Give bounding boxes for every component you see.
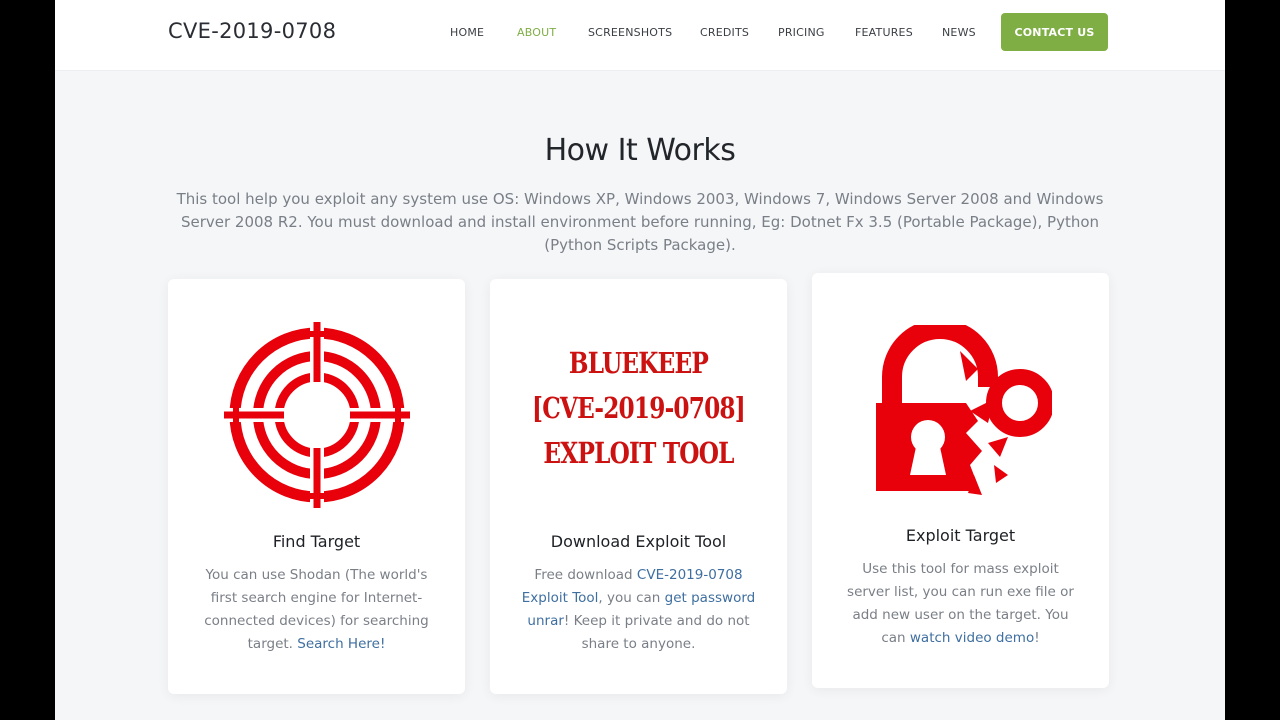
brand-logo-text[interactable]: CVE-2019-0708	[168, 19, 336, 43]
nav-home[interactable]: HOME	[450, 26, 484, 39]
nav-screenshots[interactable]: SCREENSHOTS	[588, 26, 672, 39]
search-here-link[interactable]: Search Here!	[297, 636, 385, 652]
card-text-part: Free download	[534, 567, 637, 583]
cve-line: [CVE-2019-0708]	[532, 391, 746, 425]
nav-about[interactable]: ABOUT	[517, 26, 556, 39]
contact-us-button[interactable]: CONTACT US	[1001, 13, 1108, 51]
card-text-part: , you can	[598, 590, 665, 606]
card-text: Free download CVE-2019-0708 Exploit Tool…	[520, 564, 757, 656]
exploit-tool-line: EXPLOIT TOOL	[543, 436, 734, 470]
broken-padlock-icon	[876, 325, 1052, 495]
section-description: This tool help you exploit any system us…	[176, 190, 1104, 254]
top-navbar: CVE-2019-0708 HOME ABOUT SCREENSHOTS CRE…	[55, 0, 1225, 71]
card-find-target: Find Target You can use Shodan (The worl…	[168, 279, 465, 694]
bluekeep-line: BLUEKEEP	[568, 346, 709, 380]
nav-features[interactable]: FEATURES	[855, 26, 913, 39]
section-title: How It Works	[544, 133, 736, 168]
nav-credits[interactable]: CREDITS	[700, 26, 749, 39]
card-text-end: !	[1034, 630, 1040, 646]
bluekeep-image-text: BLUEKEEP [CVE-2019-0708] EXPLOIT TOOL	[520, 341, 758, 476]
watch-video-demo-link[interactable]: watch video demo	[910, 630, 1034, 646]
card-text: Use this tool for mass exploit server li…	[842, 558, 1079, 650]
card-title: Find Target	[272, 532, 361, 551]
page: CVE-2019-0708 HOME ABOUT SCREENSHOTS CRE…	[55, 0, 1225, 720]
card-title: Exploit Target	[905, 526, 1016, 545]
nav-news[interactable]: NEWS	[942, 26, 976, 39]
card-exploit-target: Exploit Target Use this tool for mass ex…	[812, 273, 1109, 688]
card-text: You can use Shodan (The world's first se…	[198, 564, 435, 656]
crosshair-target-icon	[224, 322, 410, 508]
card-title: Download Exploit Tool	[550, 532, 727, 551]
card-download-tool: BLUEKEEP [CVE-2019-0708] EXPLOIT TOOL Do…	[490, 279, 787, 694]
nav-pricing[interactable]: PRICING	[778, 26, 825, 39]
card-text-part: ! Keep it private and do not share to an…	[563, 613, 750, 652]
